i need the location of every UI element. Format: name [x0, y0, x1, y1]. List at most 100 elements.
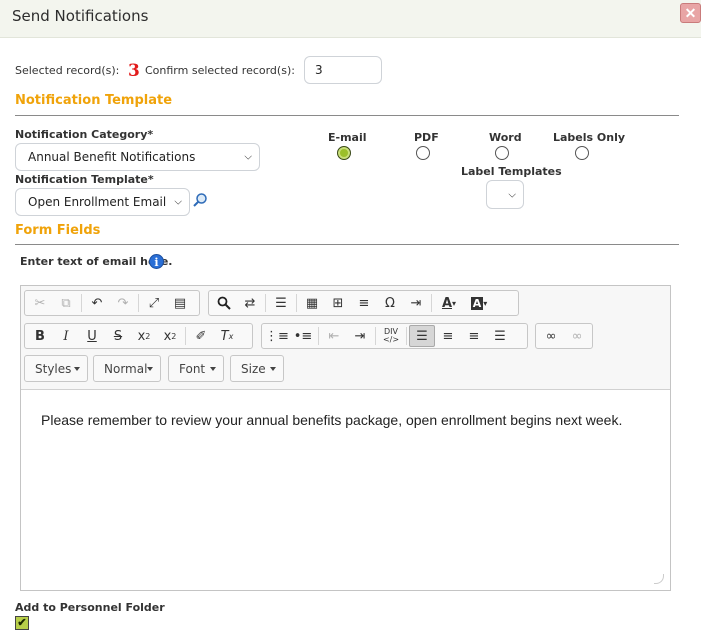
- toolbar-separator: [431, 294, 432, 312]
- copy-format-icon[interactable]: ✐: [188, 325, 214, 347]
- underline-icon[interactable]: U: [79, 325, 105, 347]
- toolbar-group-insert: ⇄ ☰ ▦ ⊞ ≡ Ω ⇥ A ▾ A ▾: [208, 290, 519, 316]
- form-fields-heading: Form Fields: [15, 223, 101, 238]
- unlink-icon[interactable]: ∞: [564, 325, 590, 347]
- chevron-down-icon: [74, 367, 80, 371]
- copy-icon[interactable]: ⧉: [53, 292, 79, 314]
- format-label-pdf: PDF: [414, 131, 439, 144]
- chevron-down-icon: [147, 367, 153, 371]
- close-button[interactable]: ✕: [680, 3, 701, 23]
- personnel-folder-label: Add to Personnel Folder: [15, 601, 165, 614]
- toolbar-group-clipboard: ✂ ⧉ ↶ ↷ ⤢ ▤: [24, 290, 200, 316]
- horizontal-line-icon[interactable]: ≡: [351, 292, 377, 314]
- checkmark-icon: ✔: [17, 616, 27, 629]
- outdent-icon[interactable]: ⇤: [321, 325, 347, 347]
- toolbar-group-basic-styles: B I U S x2 x2 ✐ Tx: [24, 323, 253, 349]
- category-select[interactable]: Annual Benefit Notifications ⌵: [15, 143, 260, 171]
- indent-icon[interactable]: ⇥: [347, 325, 373, 347]
- toolbar-separator: [185, 327, 186, 345]
- chevron-down-icon: ⌵: [244, 151, 252, 163]
- close-icon: ✕: [684, 5, 697, 21]
- page-break-icon[interactable]: ⇥: [403, 292, 429, 314]
- confirm-records-label: Confirm selected record(s):: [145, 64, 295, 77]
- radio-word[interactable]: [495, 146, 509, 160]
- resize-handle[interactable]: [654, 574, 664, 584]
- subscript-icon[interactable]: x2: [131, 325, 157, 347]
- remove-format-icon[interactable]: Tx: [214, 325, 240, 347]
- toolbar-separator: [81, 294, 82, 312]
- replace-icon[interactable]: ⇄: [237, 292, 263, 314]
- align-left-icon[interactable]: ☰: [409, 325, 435, 347]
- select-all-icon[interactable]: ☰: [268, 292, 294, 314]
- size-combo-label: Size: [241, 361, 266, 376]
- align-center-icon[interactable]: ≡: [435, 325, 461, 347]
- section-divider: [15, 244, 679, 245]
- rich-text-editor: ✂ ⧉ ↶ ↷ ⤢ ▤ ⇄ ☰ ▦ ⊞ ≡ Ω ⇥ A ▾ A ▾ B I U …: [20, 285, 671, 591]
- toolbar-separator: [296, 294, 297, 312]
- image-icon[interactable]: ▦: [299, 292, 325, 314]
- personnel-folder-checkbox[interactable]: ✔: [15, 616, 29, 630]
- text-color-icon[interactable]: A ▾: [434, 292, 464, 314]
- numbered-list-icon[interactable]: ⋮≡: [264, 325, 290, 347]
- label-templates-label: Label Templates: [461, 165, 562, 178]
- editor-body-text[interactable]: Please remember to review your annual be…: [41, 412, 622, 428]
- format-label-labels-only: Labels Only: [553, 131, 626, 144]
- section-divider: [15, 115, 679, 116]
- template-select-value: Open Enrollment Email: [28, 195, 167, 209]
- dialog-title: Send Notifications: [12, 7, 149, 25]
- label-templates-select[interactable]: ⌵: [486, 180, 524, 209]
- selected-records-count: 3: [128, 61, 140, 81]
- table-icon[interactable]: ⊞: [325, 292, 351, 314]
- justify-icon[interactable]: ☰: [487, 325, 513, 347]
- toolbar-separator: [138, 294, 139, 312]
- format-label-word: Word: [489, 131, 522, 144]
- italic-icon[interactable]: I: [53, 325, 79, 347]
- chevron-down-icon: [210, 367, 216, 371]
- align-right-icon[interactable]: ≡: [461, 325, 487, 347]
- radio-labels-only[interactable]: [575, 146, 589, 160]
- superscript-icon[interactable]: x2: [157, 325, 183, 347]
- styles-combo-label: Styles: [35, 361, 72, 376]
- undo-icon[interactable]: ↶: [84, 292, 110, 314]
- bulleted-list-icon[interactable]: •≡: [290, 325, 316, 347]
- toolbar-separator: [375, 327, 376, 345]
- size-combo[interactable]: Size: [230, 355, 284, 382]
- category-select-value: Annual Benefit Notifications: [28, 150, 196, 164]
- cut-icon[interactable]: ✂: [27, 292, 53, 314]
- chevron-down-icon: ⌵: [174, 196, 182, 208]
- editor-toolbar: ✂ ⧉ ↶ ↷ ⤢ ▤ ⇄ ☰ ▦ ⊞ ≡ Ω ⇥ A ▾ A ▾ B I U …: [21, 286, 670, 390]
- redo-icon[interactable]: ↷: [110, 292, 136, 314]
- template-select[interactable]: Open Enrollment Email ⌵: [15, 188, 190, 216]
- special-char-icon[interactable]: Ω: [377, 292, 403, 314]
- radio-email[interactable]: [337, 146, 351, 160]
- format-combo[interactable]: Normal: [93, 355, 161, 382]
- font-combo[interactable]: Font: [168, 355, 224, 382]
- chevron-down-icon: [270, 367, 276, 371]
- font-combo-label: Font: [179, 361, 206, 376]
- confirm-records-input[interactable]: 3: [304, 56, 382, 84]
- format-combo-label: Normal: [104, 361, 148, 376]
- background-color-icon[interactable]: A ▾: [464, 292, 494, 314]
- dialog-titlebar: Send Notifications ✕: [0, 0, 701, 38]
- div-icon[interactable]: DIV </>: [378, 325, 404, 347]
- magnifier-icon[interactable]: [192, 192, 208, 213]
- find-icon[interactable]: [211, 292, 237, 314]
- notification-template-heading: Notification Template: [15, 93, 173, 108]
- toolbar-group-links: ∞ ∞: [535, 323, 593, 349]
- source-icon[interactable]: ▤: [167, 292, 193, 314]
- toolbar-separator: [265, 294, 266, 312]
- selected-records-label: Selected record(s):: [15, 64, 120, 77]
- info-icon[interactable]: i: [149, 254, 164, 269]
- link-icon[interactable]: ∞: [538, 325, 564, 347]
- toolbar-group-paragraph: ⋮≡ •≡ ⇤ ⇥ DIV </> ☰ ≡ ≡ ☰: [261, 323, 528, 349]
- toolbar-separator: [406, 327, 407, 345]
- radio-pdf[interactable]: [416, 146, 430, 160]
- styles-combo[interactable]: Styles: [24, 355, 88, 382]
- toolbar-separator: [318, 327, 319, 345]
- format-label-email: E-mail: [328, 131, 367, 144]
- bold-icon[interactable]: B: [27, 325, 53, 347]
- category-label: Notification Category*: [15, 128, 154, 141]
- chevron-down-icon: ⌵: [508, 189, 516, 200]
- strikethrough-icon[interactable]: S: [105, 325, 131, 347]
- maximize-icon[interactable]: ⤢: [141, 292, 167, 314]
